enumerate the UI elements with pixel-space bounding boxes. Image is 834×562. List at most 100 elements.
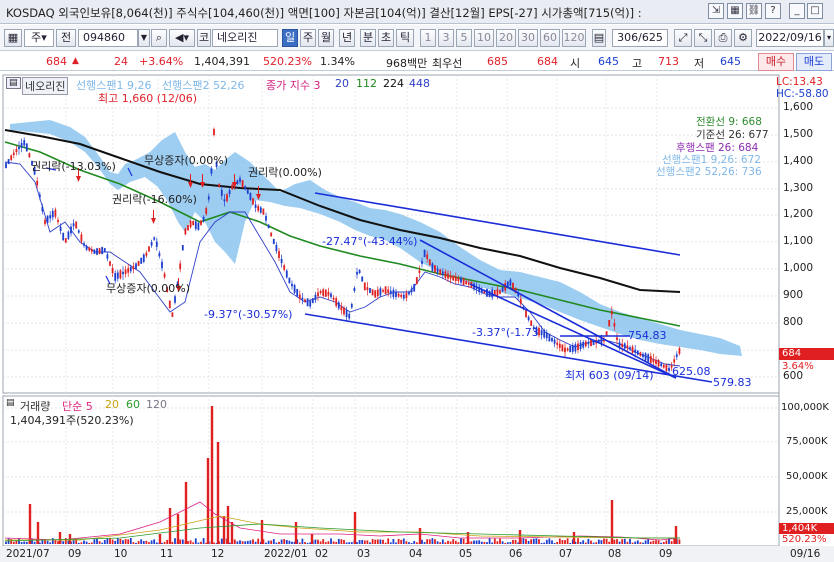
date-field[interactable]: 2022/09/16 [756,29,824,47]
price-y-tick: 1,600 [783,101,814,113]
interval-3-button[interactable]: 3 [438,29,454,47]
period-second-button[interactable]: 초 [378,29,394,47]
settings-gear-icon[interactable]: ⚙ [734,29,752,47]
candle-body [382,289,384,292]
volume-bar [501,541,504,544]
interval-120-button[interactable]: 120 [562,29,586,47]
zoom-in-icon[interactable]: ⤢ [674,29,692,47]
volume-bar [335,541,338,544]
interval-5-button[interactable]: 5 [456,29,472,47]
minimize-icon[interactable]: _ [789,3,805,19]
candle-body [116,272,119,279]
volume-menu-icon[interactable]: ▤ [6,398,15,408]
interval-30-button[interactable]: 30 [518,29,538,47]
volume-bar [288,540,291,544]
candle-body [579,342,582,349]
candle-body [153,237,156,240]
table-icon[interactable]: ▦ [727,3,743,19]
candle-body [98,248,101,254]
price-change: 24 [114,55,128,68]
candle-body [545,332,548,339]
volume-y-tick: 75,000K [786,436,828,447]
volume-bar [376,539,379,544]
help-icon[interactable]: ? [765,3,781,19]
volume-bar [543,542,546,544]
interval-20-button[interactable]: 20 [496,29,516,47]
volume-bar [587,538,590,544]
interval-1-button[interactable]: 1 [420,29,436,47]
volume-bar [252,539,254,544]
search-icon[interactable]: ⌕ [151,29,167,47]
zoom-out-icon[interactable]: ⤡ [694,29,712,47]
stock-prefix-label: 코 [197,29,211,47]
speaker-icon[interactable]: ◀▾ [169,29,195,47]
buy-button[interactable]: 매수 [758,53,794,71]
volume-bar [304,542,306,544]
interval-60-button[interactable]: 60 [540,29,560,47]
date-picker-icon[interactable]: ▾ [824,29,834,47]
sell-button[interactable]: 매도 [796,53,832,71]
candle-body [335,298,338,307]
ma-legend-20: 20 [335,77,349,90]
code-dropdown-icon[interactable]: ▼ [138,29,150,47]
candle-body [405,293,408,299]
maximize-icon[interactable]: □ [807,3,823,19]
volume-bar [18,538,20,544]
volume-bar [462,538,465,544]
annotation-trend-3: -3.37°(-1.73 [472,326,539,339]
candle-body [356,271,358,275]
volume-bar [629,538,631,544]
volume-bar [44,540,46,544]
volume-bar [644,540,647,544]
candle-body [465,280,468,285]
candle-body [93,249,96,254]
code-input[interactable]: 094860 [78,29,138,47]
interval-list-icon[interactable]: ▤ [592,29,606,47]
candle-body [218,184,221,187]
interval-10-button[interactable]: 10 [474,29,494,47]
link-icon[interactable]: ⛓ [746,3,762,19]
candle-body [62,232,65,241]
volume-bar [405,541,408,544]
prev-button[interactable]: 전 [56,29,76,47]
candle-body [122,271,124,275]
candle-body [127,268,130,273]
stock-tag[interactable]: 네오리진 [22,77,69,95]
volume-bar [561,540,564,544]
market-select[interactable]: 주▾ [24,29,54,47]
page-count-field[interactable]: 306/625 [612,29,668,47]
candle-body [340,306,343,311]
grid-icon[interactable]: ▦ [4,29,22,47]
candle-body [70,226,72,234]
candle-body [283,265,286,270]
candle-body [168,300,171,309]
candle-body [28,153,31,158]
period-month-button[interactable]: 월 [318,29,334,47]
volume-bar [428,539,431,544]
candle-body [662,364,665,368]
period-minute-button[interactable]: 분 [360,29,376,47]
period-day-button[interactable]: 일 [282,29,298,47]
chart-menu-icon[interactable]: ▤ [6,77,21,89]
period-tick-button[interactable]: 틱 [396,29,414,47]
volume-bar [291,541,293,544]
current-pct-tag: 3.64% [782,361,814,372]
print-icon[interactable]: ⎙ [714,29,732,47]
candle-body [431,263,434,272]
period-week-button[interactable]: 주 [300,29,316,47]
export-icon[interactable]: ⇲ [708,3,724,19]
period-year-button[interactable]: 년 [339,29,355,47]
price-y-tick: 800 [783,316,804,328]
volume-bar [655,540,657,544]
volume-bar [103,539,106,544]
stock-chart[interactable]: ▤ 네오리진 선행스팬1 9,26 선행스팬2 52,26 종가 지수 3 20… [0,72,834,562]
stock-name-field[interactable]: 네오리진 [212,29,278,47]
candle-body [540,330,543,336]
candle-body [551,337,553,342]
volume-bar [530,539,533,544]
volume-bar [33,541,36,544]
candle-body [254,204,257,209]
candle-body [673,359,676,363]
quote-row: 684 ▲ 24 +3.64% 1,404,391 520.23% 1.34% … [0,52,834,71]
volume-bar [181,539,184,544]
